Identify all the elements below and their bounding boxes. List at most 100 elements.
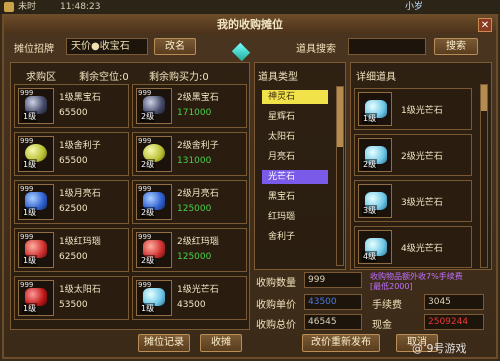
item-slot[interactable]: 999 2级 (136, 232, 172, 268)
item-level: 2级 (140, 255, 156, 266)
item-search-input[interactable] (348, 38, 426, 55)
item-price: 65500 (59, 108, 88, 118)
detail-level: 3级 (362, 205, 378, 216)
item-slot[interactable]: 999 1级 (18, 280, 54, 316)
type-item[interactable]: 黑宝石 (262, 190, 328, 204)
item-name: 1级太阳石 (59, 285, 101, 295)
item-level: 1级 (22, 159, 38, 170)
stall-sign-input[interactable]: 天价●收宝石 (66, 38, 148, 55)
item-name: 2级月亮石 (177, 189, 219, 199)
type-list: 神灵石星辉石太阳石月亮石光芒石黑宝石红玛瑙舍利子 (254, 86, 346, 268)
item-level: 1级 (22, 255, 38, 266)
purchase-item[interactable]: 999 2级 2级舍利子 131000 (132, 132, 247, 176)
stall-sign-label: 摊位招牌 (14, 44, 54, 55)
type-item[interactable]: 红玛瑙 (262, 210, 328, 224)
type-header: 道具类型 (258, 72, 298, 83)
item-qty: 999 (20, 281, 34, 289)
item-slot[interactable]: 999 1级 (18, 88, 54, 124)
detail-name: 2级光芒石 (401, 152, 443, 162)
close-stall-button[interactable]: 收摊 (200, 334, 242, 352)
item-price: 171000 (177, 108, 212, 118)
type-item[interactable]: 星辉石 (262, 110, 328, 124)
watermark: @ 9号游戏 (412, 342, 467, 355)
purchase-item[interactable]: 999 1级 1级舍利子 65500 (14, 132, 129, 176)
item-slot[interactable]: 999 2级 (136, 88, 172, 124)
item-qty: 999 (138, 89, 152, 97)
item-name: 1级月亮石 (59, 189, 101, 199)
total-price-value: 46545 (304, 314, 362, 330)
item-slot[interactable]: 999 2级 (136, 184, 172, 220)
search-button[interactable]: 搜索 (434, 38, 478, 55)
stall-record-button[interactable]: 摊位记录 (138, 334, 190, 352)
purchase-item[interactable]: 999 1级 1级光芒石 43500 (132, 276, 247, 320)
detail-item[interactable]: 1级 1级光芒石 (354, 88, 472, 130)
purchase-item[interactable]: 999 1级 1级太阳石 53500 (14, 276, 129, 320)
detail-scrollbar[interactable] (480, 84, 488, 268)
republish-button[interactable]: 改价重新发布 (302, 334, 380, 352)
detail-name: 4级光芒石 (401, 244, 443, 254)
purchase-item[interactable]: 999 1级 1级黑宝石 65500 (14, 84, 129, 128)
type-item[interactable]: 舍利子 (262, 230, 328, 244)
close-button[interactable]: ✕ (478, 18, 492, 32)
stall-window: 我的收购摊位 ✕ 摊位招牌 天价●收宝石 改名 道具搜索 搜索 求购区 剩余空位… (2, 14, 498, 359)
type-scrollbar[interactable] (336, 86, 344, 266)
cash-value: 2509244 (424, 314, 484, 330)
purchase-item[interactable]: 999 2级 2级月亮石 125000 (132, 180, 247, 224)
purchase-item[interactable]: 999 1级 1级红玛瑙 62500 (14, 228, 129, 272)
rename-button[interactable]: 改名 (154, 38, 196, 55)
type-item[interactable]: 光芒石 (262, 170, 328, 184)
status-bar: 未时 11:48:23 小岁 (0, 0, 500, 14)
fee-note-line2: [最低2000] (370, 282, 413, 291)
item-qty: 999 (138, 185, 152, 193)
detail-name: 1级光芒石 (401, 106, 443, 116)
detail-header: 详细道具 (356, 72, 396, 83)
detail-level: 1级 (362, 113, 378, 124)
item-price: 125000 (177, 252, 212, 262)
item-name: 2级红玛瑙 (177, 237, 219, 247)
type-item[interactable]: 神灵石 (262, 90, 328, 104)
item-qty: 999 (138, 233, 152, 241)
total-price-label: 收购总价 (256, 320, 296, 331)
item-name: 1级舍利子 (59, 141, 101, 151)
item-price: 125000 (177, 204, 212, 214)
item-slot[interactable]: 999 1级 (18, 184, 54, 220)
item-name: 1级黑宝石 (59, 93, 101, 103)
purchase-item[interactable]: 999 2级 2级黑宝石 171000 (132, 84, 247, 128)
window-title: 我的收购摊位 (4, 16, 496, 34)
item-name: 1级光芒石 (177, 285, 219, 295)
detail-item[interactable]: 4级 4级光芒石 (354, 226, 472, 268)
detail-name: 3级光芒石 (401, 198, 443, 208)
item-qty: 999 (138, 281, 152, 289)
type-scroll-thumb[interactable] (337, 87, 343, 147)
item-price: 65500 (59, 156, 88, 166)
item-level: 1级 (140, 303, 156, 314)
type-item[interactable]: 太阳石 (262, 130, 328, 144)
qty-label: 收购数量 (256, 278, 296, 289)
detail-item[interactable]: 3级 3级光芒石 (354, 180, 472, 222)
remaining-slots: 剩余空位:0 (79, 72, 129, 83)
item-slot[interactable]: 999 1级 (136, 280, 172, 316)
detail-slot[interactable]: 4级 (358, 230, 392, 264)
detail-scroll-thumb[interactable] (481, 85, 487, 111)
detail-slot[interactable]: 2级 (358, 138, 392, 172)
type-item[interactable]: 月亮石 (262, 150, 328, 164)
detail-slot[interactable]: 3级 (358, 184, 392, 218)
item-slot[interactable]: 999 1级 (18, 136, 54, 172)
detail-item[interactable]: 2级 2级光芒石 (354, 134, 472, 176)
remaining-power: 剩余购买力:0 (149, 72, 209, 83)
item-price: 43500 (177, 300, 206, 310)
sun-icon (4, 2, 14, 12)
qty-input[interactable]: 999 (304, 272, 362, 288)
detail-slot[interactable]: 1级 (358, 92, 392, 126)
purchase-item[interactable]: 999 1级 1级月亮石 62500 (14, 180, 129, 224)
purchase-item[interactable]: 999 2级 2级红玛瑙 125000 (132, 228, 247, 272)
fee-label: 手续费 (372, 300, 402, 311)
unit-price-input[interactable]: 43500 (304, 294, 362, 310)
item-slot[interactable]: 999 2级 (136, 136, 172, 172)
item-price: 131000 (177, 156, 212, 166)
detail-level: 4级 (362, 251, 378, 262)
item-level: 2级 (140, 159, 156, 170)
item-qty: 999 (20, 185, 34, 193)
item-slot[interactable]: 999 1级 (18, 232, 54, 268)
item-level: 2级 (140, 111, 156, 122)
